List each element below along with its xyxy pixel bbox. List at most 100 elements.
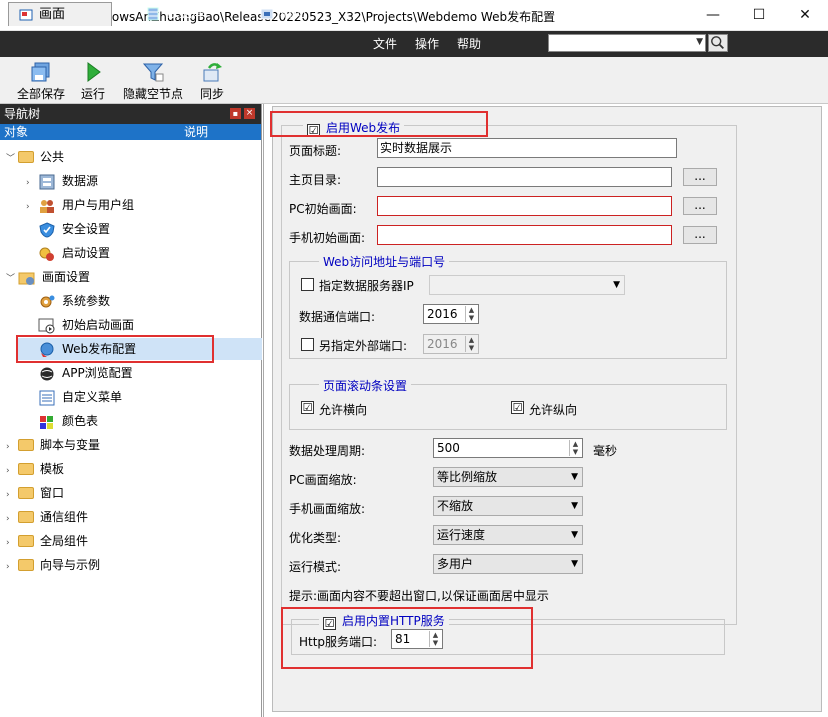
chevron-right-icon[interactable]: › bbox=[6, 436, 18, 458]
tree-item-startup[interactable]: 启动设置 bbox=[38, 242, 110, 264]
run-mode-select[interactable]: 多用户 ▼ bbox=[433, 554, 583, 574]
tab-label: 驱动 bbox=[280, 6, 307, 21]
chevron-down-icon[interactable]: ▼ bbox=[696, 37, 703, 47]
screen-icon bbox=[19, 9, 33, 21]
run-mode-value: 多用户 bbox=[437, 557, 474, 571]
search-button[interactable] bbox=[708, 34, 728, 52]
mobile-init-browse-button[interactable]: ... bbox=[683, 226, 717, 244]
minimize-button[interactable]: — bbox=[690, 0, 736, 30]
menu-file[interactable]: 文件 bbox=[373, 31, 397, 57]
mobile-zoom-label: 手机画面缩放: bbox=[289, 502, 366, 516]
pin-icon[interactable]: ▪ bbox=[230, 108, 241, 119]
tree-item-script-vars[interactable]: › 脚本与变量 bbox=[6, 434, 100, 456]
pc-init-input[interactable] bbox=[377, 196, 672, 216]
allow-horizontal-label: 允许横向 bbox=[319, 403, 368, 417]
tab-huamian[interactable]: 画面 bbox=[8, 2, 112, 26]
save-all-button[interactable]: 全部保存 bbox=[14, 59, 68, 103]
search-icon bbox=[711, 36, 724, 49]
tree-item-color-table[interactable]: 颜色表 bbox=[38, 410, 98, 432]
server-ip-select[interactable]: ▼ bbox=[429, 275, 625, 295]
home-dir-browse-button[interactable]: ... bbox=[683, 168, 717, 186]
col-desc: 说明 bbox=[184, 125, 209, 139]
chevron-down-icon[interactable]: ﹀ bbox=[6, 148, 18, 170]
ext-port-stepper[interactable]: 2016 ▲ ▼ bbox=[423, 334, 479, 354]
mobile-init-label: 手机初始画面: bbox=[289, 231, 366, 245]
chevron-right-icon[interactable]: › bbox=[6, 484, 18, 506]
tree-label: 数据源 bbox=[62, 174, 99, 188]
chevron-right-icon[interactable]: › bbox=[6, 508, 18, 530]
allow-horizontal-checkbox[interactable]: ☑ bbox=[301, 401, 314, 414]
mobile-init-input[interactable] bbox=[377, 225, 672, 245]
tree-item-sys-params[interactable]: 系统参数 bbox=[38, 290, 110, 312]
tree-item-screen-settings[interactable]: ﹀ 画面设置 bbox=[6, 266, 90, 288]
data-port-stepper[interactable]: 2016 ▲ ▼ bbox=[423, 304, 479, 324]
maximize-button[interactable]: ☐ bbox=[736, 0, 782, 30]
chevron-right-icon[interactable]: › bbox=[6, 460, 18, 482]
tree-label: 颜色表 bbox=[62, 414, 99, 428]
tree-item-public[interactable]: ﹀ 公共 bbox=[6, 146, 64, 168]
tab-shujuku[interactable]: 数据库 bbox=[136, 2, 228, 26]
chevron-right-icon[interactable]: › bbox=[6, 556, 18, 578]
folder-icon bbox=[18, 462, 34, 475]
nav-title: 导航树 ▪ × bbox=[0, 104, 261, 124]
mobile-zoom-select[interactable]: 不缩放 ▼ bbox=[433, 496, 583, 516]
home-dir-input[interactable] bbox=[377, 167, 672, 187]
stepper-arrows-icon[interactable]: ▲ ▼ bbox=[465, 306, 477, 322]
pc-init-label: PC初始画面: bbox=[289, 202, 357, 216]
chevron-right-icon[interactable]: › bbox=[6, 532, 18, 554]
tree-item-custom-menu[interactable]: 自定义菜单 bbox=[38, 386, 122, 408]
specify-ip-checkbox[interactable] bbox=[301, 278, 314, 291]
menu-operate[interactable]: 操作 bbox=[415, 31, 439, 57]
pc-zoom-select[interactable]: 等比例缩放 ▼ bbox=[433, 467, 583, 487]
stepper-arrows-icon[interactable]: ▲ ▼ bbox=[465, 336, 477, 352]
ext-port-checkbox[interactable] bbox=[301, 338, 314, 351]
folder-icon bbox=[18, 534, 34, 547]
page-title-label: 页面标题: bbox=[289, 144, 342, 158]
chevron-down-icon[interactable]: ﹀ bbox=[6, 268, 18, 290]
folder-icon bbox=[18, 150, 34, 163]
tree-item-security[interactable]: 安全设置 bbox=[38, 218, 110, 240]
color-table-icon bbox=[40, 415, 53, 429]
menu-help[interactable]: 帮助 bbox=[457, 31, 481, 57]
tree-item-global[interactable]: › 全局组件 bbox=[6, 530, 88, 552]
tree-item-comm[interactable]: › 通信组件 bbox=[6, 506, 88, 528]
pc-init-browse-button[interactable]: ... bbox=[683, 197, 717, 215]
save-all-icon bbox=[31, 62, 50, 82]
tree-item-template[interactable]: › 模板 bbox=[6, 458, 64, 480]
folder-icon bbox=[18, 558, 34, 571]
close-button[interactable]: ✕ bbox=[782, 0, 828, 30]
tree-label: 自定义菜单 bbox=[62, 390, 123, 404]
ext-port-label: 另指定外部端口: bbox=[319, 339, 408, 353]
opt-type-label: 优化类型: bbox=[289, 531, 342, 545]
cycle-stepper[interactable]: 500 ▲ ▼ bbox=[433, 438, 583, 458]
folder-icon bbox=[18, 510, 34, 523]
shield-icon bbox=[39, 221, 55, 238]
tree-item-users[interactable]: › 用户与用户组 bbox=[26, 194, 134, 216]
tree-item-window[interactable]: › 窗口 bbox=[6, 482, 64, 504]
hint-text: 提示:画面内容不要超出窗口,以保证画面居中显示 bbox=[289, 589, 549, 603]
opt-type-select[interactable]: 运行速度 ▼ bbox=[433, 525, 583, 545]
search-input[interactable]: ▼ bbox=[548, 34, 706, 52]
chevron-down-icon: ▼ bbox=[571, 559, 578, 569]
page-title-input[interactable]: 实时数据展示 bbox=[377, 138, 677, 158]
chevron-right-icon[interactable]: › bbox=[26, 196, 38, 218]
tree-label: 系统参数 bbox=[62, 294, 111, 308]
chevron-right-icon[interactable]: › bbox=[26, 172, 38, 194]
run-button[interactable]: 运行 bbox=[78, 59, 108, 103]
tree-item-wizard[interactable]: › 向导与示例 bbox=[6, 554, 100, 576]
close-icon[interactable]: × bbox=[244, 108, 255, 119]
gear-icon bbox=[40, 295, 55, 307]
tree-item-init-screen[interactable]: 初始启动画面 bbox=[38, 314, 134, 336]
tree-label: 初始启动画面 bbox=[62, 318, 135, 332]
allow-vertical-checkbox[interactable]: ☑ bbox=[511, 401, 524, 414]
cycle-label: 数据处理周期: bbox=[289, 444, 366, 458]
tree-item-app-browse[interactable]: APP浏览配置 bbox=[38, 362, 133, 384]
tree-label: 公共 bbox=[40, 150, 65, 164]
stepper-arrows-icon[interactable]: ▲ ▼ bbox=[569, 440, 581, 456]
hide-empty-button[interactable]: 隐藏空节点 bbox=[120, 59, 186, 103]
col-object: 对象 bbox=[4, 125, 29, 139]
tab-qudong[interactable]: 驱动 bbox=[250, 2, 330, 26]
nav-column-header: 对象 说明 bbox=[0, 124, 261, 140]
tree-item-datasource[interactable]: › 数据源 bbox=[26, 170, 98, 192]
sync-button[interactable]: 同步 bbox=[196, 59, 228, 103]
